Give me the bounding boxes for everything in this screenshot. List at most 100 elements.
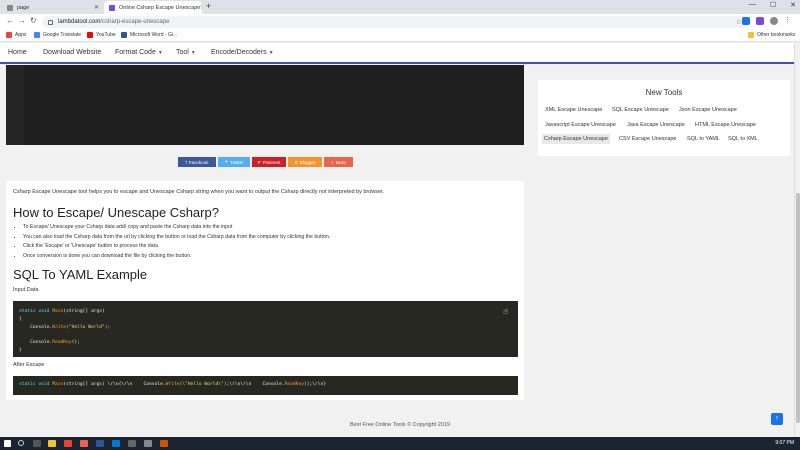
search-icon[interactable] [18, 440, 24, 446]
bookmark-youtube[interactable]: YouTube [87, 32, 116, 38]
menu-kebab-icon[interactable]: ⋮ [784, 17, 792, 25]
tool-link-csharp-escape[interactable]: Csharp Escape Unescape [542, 134, 610, 144]
scrollbar-thumb[interactable] [796, 193, 800, 423]
tool-link-html-escape[interactable]: HTML Escape Unescape [693, 120, 758, 130]
nav-encode-decoders[interactable]: Encode/Decoders ▼ [211, 49, 274, 56]
blogger-icon: B [294, 159, 298, 165]
share-label: Blogger [299, 159, 316, 165]
code-function: ReadKey [284, 382, 304, 387]
task-view-icon[interactable] [33, 440, 41, 447]
minimize-icon[interactable]: — [749, 1, 756, 9]
chrome-icon[interactable] [64, 440, 72, 447]
editor-gutter [6, 65, 24, 145]
vscode-icon[interactable] [112, 440, 120, 447]
share-label: Twitter [230, 159, 244, 165]
address-bar[interactable]: lambdatool.com/csharp-escape-unescape ☆ [42, 16, 748, 28]
windows-start-icon[interactable] [4, 440, 11, 447]
tool-link-sql-to-xml[interactable]: SQL to XML [726, 134, 760, 144]
new-tab-icon[interactable]: + [206, 1, 211, 11]
list-item: Click the 'Escape' or 'Unescape' button … [23, 242, 330, 252]
windows-taskbar: 9:07 PM [0, 437, 800, 450]
tool-link-sql-escape[interactable]: SQL Escape Unescape [610, 105, 671, 115]
code-line: Console.Write("Hello World"); [19, 324, 512, 332]
code-keyword: static void [19, 309, 50, 314]
list-item: Once conversion is done you can download… [23, 252, 330, 262]
bookmark-microsoft-word[interactable]: Microsoft Word - Gi... [121, 32, 177, 38]
share-more-button[interactable]: + More [324, 157, 353, 167]
new-tools-title: New Tools [645, 88, 683, 97]
tab-csharp-escape[interactable]: Online Csharp Escape Unescape ✕ [104, 1, 202, 14]
code-editor[interactable] [6, 65, 524, 145]
code-line: Console.ReadKey(); [19, 339, 512, 347]
window-controls: — ☐ ✕ [749, 1, 796, 9]
close-window-icon[interactable]: ✕ [790, 1, 796, 9]
list-item: You can also load the Csharp data from t… [23, 233, 330, 243]
google-translate-icon [34, 32, 40, 38]
app-icon[interactable] [128, 440, 136, 447]
share-blogger-button[interactable]: B Blogger [288, 157, 322, 167]
code-line: static void Main(string[] args) \r\n{\r\… [19, 381, 512, 389]
bookmark-label: YouTube [96, 32, 116, 38]
heading-example: SQL To YAML Example [13, 267, 148, 282]
tab-page[interactable]: page ✕ [2, 1, 104, 14]
scroll-to-top-button[interactable]: ↑ [771, 413, 783, 425]
url-path: /csharp-escape-unescape [100, 19, 170, 25]
tool-link-javascript-escape[interactable]: Javascript Escape Unescape [543, 120, 618, 130]
tool-link-sql-to-yaml[interactable]: SQL to YAML [685, 134, 722, 144]
code-text: (); [71, 340, 80, 346]
file-explorer-icon[interactable] [48, 440, 56, 447]
code-function: Main [52, 309, 64, 314]
caret-down-icon: ▼ [268, 50, 274, 56]
bookmark-google-translate[interactable]: Google Translate [34, 32, 81, 38]
bookmark-apps[interactable]: Apps [6, 32, 26, 38]
tool-link-csv-escape[interactable]: CSV Escape Unescape [617, 134, 678, 144]
code-string: (\"Hello World\") [179, 382, 227, 387]
pinterest-icon: P [257, 159, 261, 165]
share-twitter-button[interactable]: ✦ Twitter [218, 157, 250, 167]
profile-avatar[interactable] [770, 17, 778, 25]
tool-link-xml-escape[interactable]: XML Escape Unescape [543, 105, 604, 115]
forward-icon[interactable]: → [18, 16, 26, 25]
caret-down-icon: ▼ [190, 50, 196, 56]
tool-link-java-escape[interactable]: Java Escape Unescape [625, 120, 687, 130]
code-function: Write [165, 382, 180, 387]
code-text: Console. [19, 340, 53, 346]
reload-icon[interactable]: ↻ [30, 16, 37, 25]
nav-download-website[interactable]: Download Website [43, 49, 101, 56]
share-label: More [335, 159, 346, 165]
bookmark-other[interactable]: Other bookmarks [748, 32, 795, 38]
twitter-icon: ✦ [224, 159, 229, 164]
share-facebook-button[interactable]: f Facebook [178, 157, 216, 167]
app-icon[interactable] [80, 440, 88, 447]
app-icon[interactable] [144, 440, 152, 447]
share-pinterest-button[interactable]: P Pinterest [252, 157, 286, 167]
nav-home[interactable]: Home [8, 49, 27, 56]
arrow-up-icon: ↑ [775, 415, 779, 422]
close-tab-icon[interactable]: ✕ [94, 4, 99, 11]
translate-extension-icon[interactable] [742, 17, 750, 25]
page-scrollbar[interactable] [794, 43, 800, 437]
facebook-icon: f [185, 159, 187, 165]
nav-format-code[interactable]: Format Code ▼ [115, 49, 163, 56]
input-code-block: static void Main(string[] args) { Consol… [13, 301, 518, 357]
list-item: To Escape/ Unescape your Csharp data add… [23, 223, 330, 233]
app-icon[interactable] [160, 440, 168, 447]
nav-label: Format Code [115, 49, 156, 56]
youtube-icon [87, 32, 93, 38]
maximize-icon[interactable]: ☐ [770, 1, 776, 9]
tab-label: Online Csharp Escape Unescape [119, 4, 201, 11]
code-string: ("Hello World") [66, 324, 108, 330]
footer-copyright: Best Free Online Tools © Copyright 2019 [350, 422, 450, 428]
bookmark-label: Microsoft Word - Gi... [130, 32, 178, 38]
app-icon[interactable] [96, 440, 104, 447]
close-tab-icon[interactable]: ✕ [200, 4, 202, 11]
extension-icon[interactable] [756, 17, 764, 25]
lock-icon [48, 19, 53, 25]
output-code-block: static void Main(string[] args) \r\n{\r\… [13, 376, 518, 395]
plus-icon: + [331, 159, 334, 165]
nav-tool[interactable]: Tool ▼ [176, 49, 196, 56]
back-icon[interactable]: ← [6, 16, 14, 25]
tool-link-json-escape[interactable]: Json Escape Unescape [677, 105, 739, 115]
code-text: ; [107, 324, 111, 330]
code-text: Console. [19, 324, 53, 330]
